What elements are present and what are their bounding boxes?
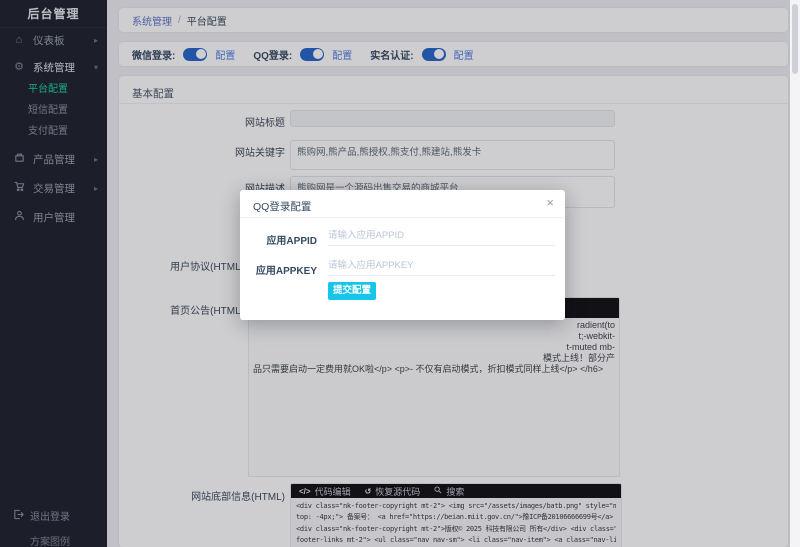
divider [240, 217, 565, 218]
appid-input[interactable] [328, 226, 555, 246]
appkey-label: 应用APPKEY [255, 266, 317, 277]
submit-config-button[interactable]: 提交配置 [328, 282, 376, 300]
close-icon[interactable]: × [546, 195, 554, 210]
qq-login-config-modal: QQ登录配置 × 应用APPID 应用APPKEY 提交配置 [240, 190, 565, 320]
page-scrollbar[interactable] [790, 0, 800, 547]
appkey-input[interactable] [328, 256, 555, 276]
appid-label: 应用APPID [266, 236, 317, 247]
scrollbar-thumb[interactable] [792, 4, 798, 74]
modal-title: QQ登录配置 [253, 201, 312, 213]
